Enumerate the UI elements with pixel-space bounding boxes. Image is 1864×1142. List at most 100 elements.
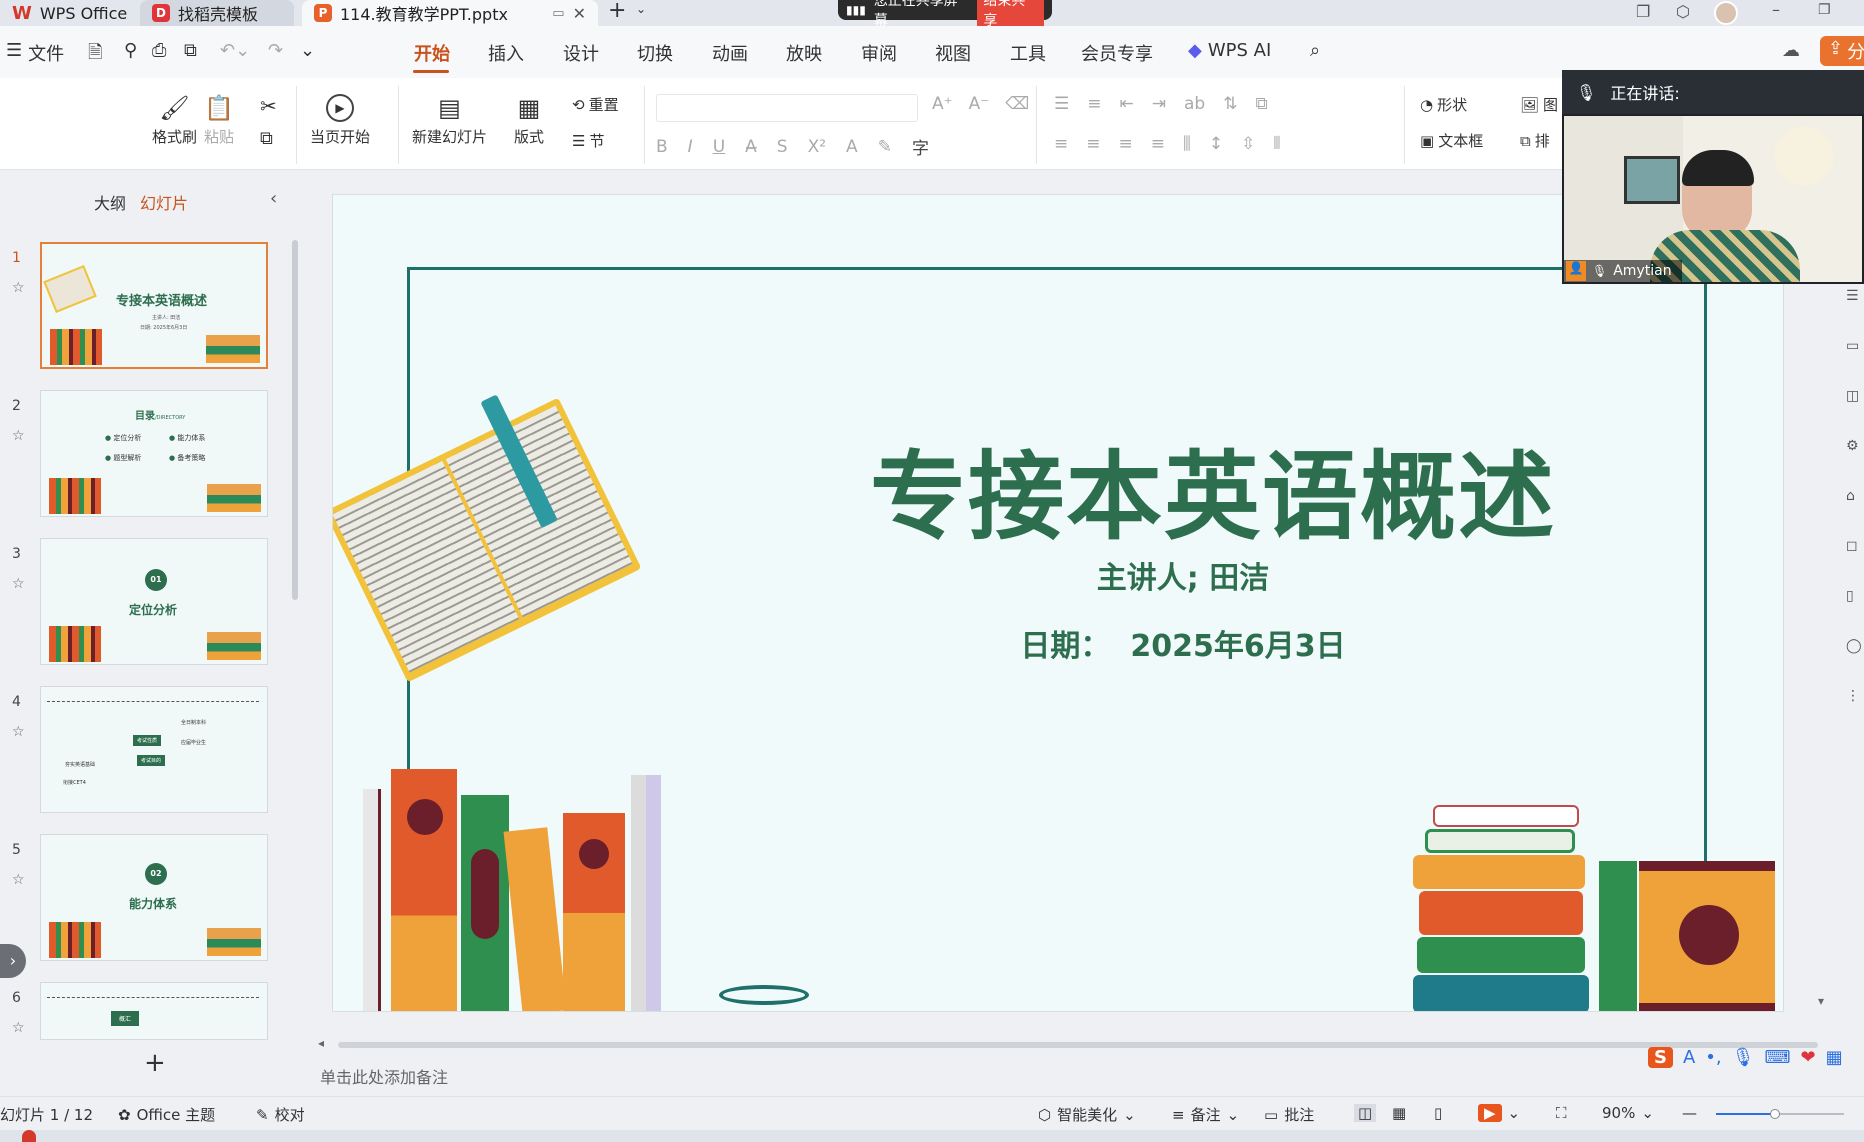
- more-icon[interactable]: ⋮: [1846, 688, 1860, 704]
- grid-view-icon[interactable]: ▦: [1392, 1104, 1406, 1122]
- star-icon[interactable]: ☆: [12, 428, 25, 444]
- para-spacing-icon[interactable]: ⇳: [1241, 134, 1255, 154]
- add-slide-icon[interactable]: +: [144, 1048, 166, 1078]
- font-color-icon[interactable]: A: [846, 137, 858, 157]
- scroll-left-icon[interactable]: ◂: [318, 1036, 324, 1050]
- user-avatar[interactable]: [1714, 1, 1738, 25]
- outdent-icon[interactable]: ⇤: [1120, 94, 1134, 114]
- arrange-button[interactable]: ⧉ 排: [1520, 130, 1550, 151]
- side-tool-icon[interactable]: ▯: [1846, 588, 1854, 604]
- panel-scrollbar[interactable]: [292, 240, 298, 600]
- quick-access-chevron-icon[interactable]: ⌄: [300, 40, 315, 61]
- window-restore-icon[interactable]: ❐: [1636, 2, 1650, 21]
- bold-icon[interactable]: B: [656, 137, 668, 157]
- superscript-icon[interactable]: X²: [808, 137, 826, 157]
- theme-button[interactable]: ✿ Office 主题: [118, 1104, 215, 1125]
- slide-date[interactable]: 日期： 2025年6月3日: [723, 621, 1643, 665]
- italic-icon[interactable]: I: [688, 137, 693, 157]
- side-tool-icon[interactable]: ◻: [1846, 538, 1858, 554]
- reset-button[interactable]: ⟲ 重置: [572, 94, 619, 115]
- star-icon[interactable]: ☆: [12, 724, 25, 740]
- print-preview-icon[interactable]: ⧉: [184, 40, 197, 61]
- align-right-icon[interactable]: ≡: [1119, 134, 1133, 154]
- search-icon[interactable]: ⌕: [1310, 40, 1320, 61]
- menu-animations[interactable]: 动画: [712, 40, 748, 66]
- distribute-icon[interactable]: ⫼: [1183, 134, 1191, 154]
- copy-icon[interactable]: ⧉: [260, 128, 273, 149]
- zoom-slider-thumb[interactable]: [1770, 1109, 1780, 1119]
- tab-document[interactable]: P 114.教育教学PPT.pptx ▭ ✕: [302, 0, 598, 26]
- normal-view-icon[interactable]: ◫: [1354, 1104, 1377, 1122]
- notes-toggle-button[interactable]: ≡ 备注 ⌄: [1172, 1104, 1239, 1125]
- new-tab-icon[interactable]: +: [608, 0, 626, 23]
- side-tool-icon[interactable]: ◫: [1846, 388, 1859, 404]
- sort-icon[interactable]: ⇅: [1223, 94, 1237, 114]
- star-icon[interactable]: ☆: [12, 1020, 25, 1036]
- char-spacing-icon[interactable]: 字: [912, 134, 929, 159]
- tab-template[interactable]: D 找稻壳模板: [140, 0, 294, 26]
- section-button[interactable]: ☰ 节: [572, 130, 604, 151]
- share-link-icon[interactable]: ⚲: [124, 40, 137, 61]
- side-tool-icon[interactable]: ⌂: [1846, 488, 1855, 504]
- maximize-icon[interactable]: ❐: [1818, 2, 1831, 18]
- share-button[interactable]: ⇪ 分: [1820, 36, 1864, 66]
- menu-wps-ai[interactable]: ◆ WPS AI: [1188, 40, 1271, 61]
- side-tool-icon[interactable]: ▭: [1846, 338, 1859, 354]
- play-from-current-button[interactable]: ▶ 当页开始: [310, 94, 370, 147]
- cube-icon[interactable]: ⬡: [1676, 2, 1690, 21]
- outline-tab[interactable]: 大纲: [94, 190, 126, 214]
- slide-thumbnail-1[interactable]: 专接本英语概述 主讲人: 田洁 日期: 2025年6月3日: [40, 242, 268, 369]
- layout-button[interactable]: ▦ 版式: [514, 94, 544, 147]
- save-icon[interactable]: 🗎: [88, 40, 102, 70]
- star-icon[interactable]: ☆: [12, 280, 25, 296]
- zoom-out-icon[interactable]: —: [1682, 1104, 1697, 1122]
- cut-icon[interactable]: ✂: [260, 94, 277, 118]
- font-selector[interactable]: [656, 94, 918, 122]
- line-spacing-icon[interactable]: ↕: [1209, 134, 1223, 154]
- tab-wps-office[interactable]: W WPS Office: [0, 0, 139, 26]
- increase-font-icon[interactable]: A⁺: [932, 94, 953, 114]
- menu-home[interactable]: 开始: [414, 40, 450, 66]
- align-left-icon[interactable]: ≡: [1054, 134, 1068, 154]
- side-tool-icon[interactable]: ◯: [1846, 638, 1862, 654]
- smart-beautify-button[interactable]: ⬡ 智能美化 ⌄: [1038, 1104, 1136, 1125]
- scroll-down-icon[interactable]: ▾: [1818, 994, 1824, 1008]
- slide-thumbnail-4[interactable]: 考试性质 考试目的 全日制本科 应届毕业生 夯实英语基础 衔接CET4: [40, 686, 268, 813]
- star-icon[interactable]: ☆: [12, 872, 25, 888]
- picture-button[interactable]: 🖼 图: [1520, 94, 1558, 115]
- video-feed[interactable]: 👤 🎙 Amytian: [1564, 116, 1862, 282]
- clear-format-icon[interactable]: ⌫: [1005, 94, 1029, 114]
- slides-tab[interactable]: 幻灯片: [140, 190, 188, 214]
- shadow-icon[interactable]: S: [777, 137, 788, 157]
- fit-screen-icon[interactable]: ⛶: [1556, 1104, 1567, 1122]
- slide-title[interactable]: 专接本英语概述: [723, 419, 1703, 558]
- tab-list-chevron-icon[interactable]: ⌄: [636, 2, 646, 16]
- strikethrough-icon[interactable]: A̶: [745, 137, 757, 157]
- menu-membership[interactable]: 会员专享: [1081, 40, 1153, 66]
- star-icon[interactable]: ☆: [12, 576, 25, 592]
- horizontal-scrollbar[interactable]: [338, 1042, 1818, 1048]
- close-tab-icon[interactable]: ✕: [573, 4, 586, 23]
- shape-button[interactable]: ◔ 形状: [1420, 94, 1467, 115]
- menu-design[interactable]: 设计: [563, 40, 599, 66]
- slide-thumbnail-3[interactable]: 01 定位分析: [40, 538, 268, 665]
- textbox-button[interactable]: ▣ 文本框: [1420, 130, 1483, 151]
- reading-view-icon[interactable]: ▯: [1434, 1104, 1442, 1122]
- slide-thumbnail-6[interactable]: 概汇: [40, 982, 268, 1040]
- menu-insert[interactable]: 插入: [488, 40, 524, 66]
- numbering-icon[interactable]: ≡: [1087, 94, 1101, 114]
- file-menu[interactable]: ☰ 文件: [6, 40, 64, 66]
- collapse-panel-icon[interactable]: ‹: [270, 188, 277, 209]
- slideshow-button[interactable]: ▶ ⌄: [1478, 1104, 1520, 1122]
- justify-icon[interactable]: ≡: [1151, 134, 1165, 154]
- monitor-icon[interactable]: ▭: [552, 6, 564, 21]
- highlight-icon[interactable]: ✎: [878, 137, 892, 157]
- notes-pane[interactable]: 单击此处添加备注: [306, 1060, 1864, 1090]
- expand-arrow-icon[interactable]: ›: [0, 944, 26, 978]
- zoom-selector[interactable]: 90% ⌄: [1602, 1104, 1654, 1122]
- proofread-button[interactable]: ✎ 校对: [256, 1104, 305, 1125]
- zoom-slider[interactable]: [1716, 1109, 1844, 1119]
- paste-button[interactable]: 📋 粘贴: [204, 94, 234, 147]
- slide-canvas[interactable]: 专接本英语概述 主讲人; 田洁 日期： 2025年6月3日: [332, 194, 1784, 1012]
- menu-slideshow[interactable]: 放映: [786, 40, 822, 66]
